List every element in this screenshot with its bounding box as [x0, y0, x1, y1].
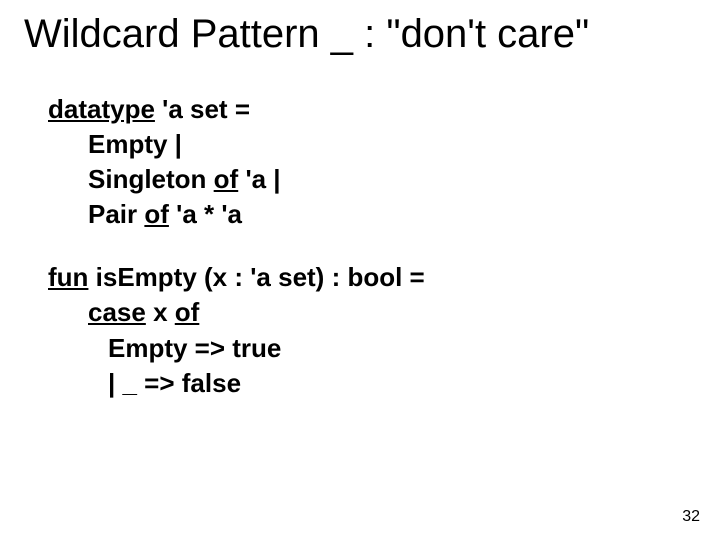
code-line-3: Singleton of 'a |	[48, 162, 672, 197]
code-text: x	[146, 297, 175, 327]
keyword-of: of	[214, 164, 239, 194]
keyword-of: of	[175, 297, 200, 327]
datatype-block: datatype 'a set = Empty | Singleton of '…	[48, 92, 672, 232]
code-text: 'a set =	[155, 94, 250, 124]
code-text: isEmpty (x : 'a set) : bool =	[88, 262, 424, 292]
keyword-of: of	[144, 199, 169, 229]
code-text: Singleton	[88, 164, 214, 194]
code-line-5: fun isEmpty (x : 'a set) : bool =	[48, 260, 672, 295]
code-line-4: Pair of 'a * 'a	[48, 197, 672, 232]
code-line-8: | _ => false	[48, 366, 672, 401]
page-number: 32	[682, 508, 700, 526]
code-line-2: Empty |	[48, 127, 672, 162]
code-text: Pair	[88, 199, 144, 229]
slide: Wildcard Pattern _ : "don't care" dataty…	[0, 0, 720, 540]
code-text: 'a * 'a	[169, 199, 242, 229]
code-line-7: Empty => true	[48, 331, 672, 366]
code-block: datatype 'a set = Empty | Singleton of '…	[48, 92, 672, 429]
code-line-1: datatype 'a set =	[48, 92, 672, 127]
keyword-datatype: datatype	[48, 94, 155, 124]
slide-title: Wildcard Pattern _ : "don't care"	[24, 12, 696, 56]
code-line-6: case x of	[48, 295, 672, 330]
code-text: 'a |	[238, 164, 280, 194]
keyword-case: case	[88, 297, 146, 327]
fun-block: fun isEmpty (x : 'a set) : bool = case x…	[48, 260, 672, 400]
keyword-fun: fun	[48, 262, 88, 292]
